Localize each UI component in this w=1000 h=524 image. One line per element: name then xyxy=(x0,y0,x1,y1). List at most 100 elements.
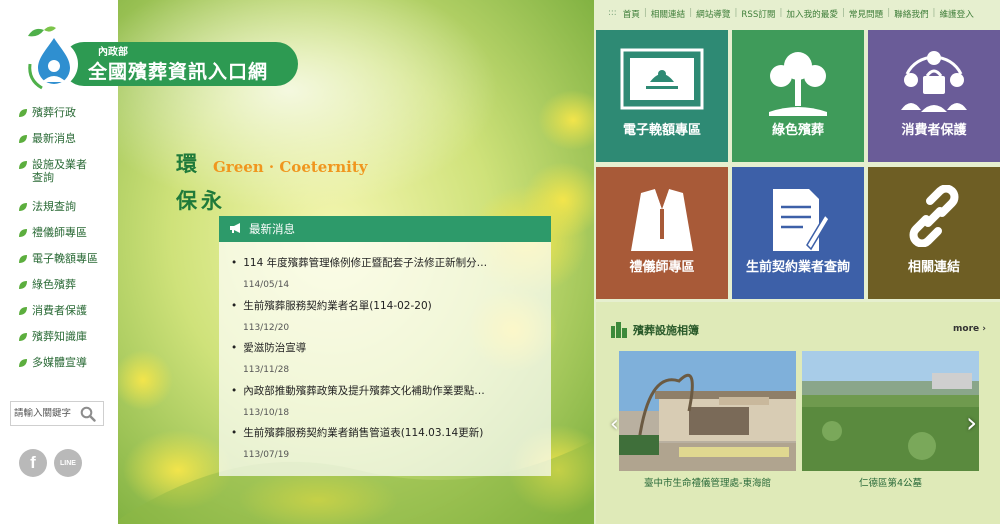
news-item-date: 113/12/20 xyxy=(243,322,290,333)
nav-separator: | xyxy=(689,8,693,18)
news-item: 生前殯葬服務契約業者銷售管道表(114.03.14更新) 113/07/19 xyxy=(231,425,551,468)
news-item: 生前殯葬服務契約業者名單(114-02-20) 113/12/20 xyxy=(231,298,551,341)
sidebar-item-label: 法規查詢 xyxy=(32,200,76,213)
news-item-title[interactable]: 114 年度殯葬管理條例修正暨配套子法修正新制分… xyxy=(231,255,493,270)
news-item-date: 114/05/14 xyxy=(243,280,290,290)
tile-funeral-director[interactable]: 禮儀師專區 xyxy=(596,167,728,299)
news-item-title[interactable]: 生前殯葬服務契約業者銷售管道表(114.03.14更新) xyxy=(231,425,493,440)
accesskey-dots[interactable]: ::: xyxy=(608,8,617,20)
leaf-icon xyxy=(18,228,28,238)
album-header: 殯葬設施相簿 xyxy=(611,322,699,338)
sidebar-item-label: 多媒體宣導 xyxy=(32,356,87,369)
news-list: 114 年度殯葬管理條例修正暨配套子法修正新制分… 114/05/14 生前殯葬服務… xyxy=(219,242,551,468)
sidebar-item-label: 消費者保護 xyxy=(32,304,87,317)
sidebar-nav: 殯葬行政最新消息設施及業者 查詢法規查詢禮儀師專區電子輓額專區 綠色殯葬消費者保護… xyxy=(18,106,98,382)
news-item: 內政部推動殯葬政策及提升殯葬文化補助作業要點… 113/10/18 xyxy=(231,383,551,426)
next-arrow-icon[interactable]: › xyxy=(966,406,977,439)
search-input[interactable] xyxy=(11,408,77,419)
tile-elegiac-plaque[interactable]: 電子輓額專區 xyxy=(596,30,728,162)
tile-prepaid-contract[interactable]: 生前契約業者查詢 xyxy=(732,167,864,299)
site-logo[interactable]: 內政部 全國殯葬資訊入口網 xyxy=(16,24,298,92)
sidebar-item-label: 電子輓額專區 xyxy=(32,252,98,265)
search-icon[interactable] xyxy=(77,403,99,425)
sidebar-item-label: 殯葬行政 xyxy=(32,106,76,119)
album-caption-2: 仁德區第4公墓 xyxy=(858,478,923,489)
prev-arrow-icon[interactable]: ‹ xyxy=(610,412,619,437)
consumer-icon xyxy=(868,48,1000,114)
tile-label: 生前契約業者查詢 xyxy=(745,260,850,275)
plaque-icon xyxy=(596,48,728,110)
news-header: 最新消息 xyxy=(219,216,551,242)
leaf-icon xyxy=(18,202,28,212)
tile-related-links[interactable]: 相關連結 xyxy=(868,167,1000,299)
more-link[interactable]: more › xyxy=(953,324,986,334)
sidebar-item-funeral-admin[interactable]: 殯葬行政 xyxy=(18,106,98,132)
sidebar-item-label: 綠色殯葬 xyxy=(32,278,76,291)
logo-mark-icon xyxy=(28,26,78,90)
hero-tagline-en: Green · Coeternity xyxy=(213,158,368,176)
news-item-date: 113/10/18 xyxy=(243,407,290,418)
news-item-date: 113/07/19 xyxy=(243,450,290,460)
tile-label: 電子輓額專區 xyxy=(622,123,701,138)
top-nav-link[interactable]: 加入我的最愛 xyxy=(786,8,838,20)
sidebar-item-label: 殯葬知識庫 xyxy=(32,330,87,343)
top-nav-link[interactable]: 首頁 xyxy=(623,8,640,20)
hero-tagline-zh-2: 保永 xyxy=(176,188,226,213)
leaf-icon xyxy=(18,134,28,144)
sidebar-item-knowledge-base[interactable]: 殯葬知識庫 xyxy=(18,330,98,356)
sidebar-item-label: 最新消息 xyxy=(32,132,76,145)
sidebar-item-green-funeral[interactable]: 綠色殯葬 xyxy=(18,278,98,304)
top-nav-link[interactable]: 網站導覽 xyxy=(696,8,730,20)
sidebar-item-elegiac-plaque[interactable]: 電子輓額專區 xyxy=(18,252,98,278)
megaphone-icon xyxy=(229,222,243,237)
nav-separator: | xyxy=(932,8,936,18)
leaf-icon xyxy=(18,280,28,290)
logo-title: 全國殯葬資訊入口網 xyxy=(88,61,269,83)
sidebar-item-latest-news[interactable]: 最新消息 xyxy=(18,132,98,158)
news-item: 114 年度殯葬管理條例修正暨配套子法修正新制分… 114/05/14 xyxy=(231,255,551,298)
sidebar-item-facility-search[interactable]: 設施及業者 查詢 xyxy=(18,158,98,200)
leaf-icon xyxy=(18,254,28,264)
news-item-title[interactable]: 生前殯葬服務契約業者名單(114-02-20) xyxy=(231,298,493,313)
news-heading: 最新消息 xyxy=(249,222,295,236)
logo-org: 內政部 xyxy=(98,47,128,58)
album-caption-1: 臺中市生命禮儀管理處-東海館 xyxy=(644,478,771,489)
sidebar-item-label: 設施及業者 查詢 xyxy=(32,158,87,184)
tile-green-funeral[interactable]: 綠色殯葬 xyxy=(732,30,864,162)
tile-consumer-protection[interactable]: 消費者保護 xyxy=(868,30,1000,162)
album-heading: 殯葬設施相簿 xyxy=(633,324,699,337)
leaf-icon xyxy=(18,160,28,170)
sidebar-item-regulations[interactable]: 法規查詢 xyxy=(18,200,98,226)
tree-icon xyxy=(732,48,864,118)
contract-icon xyxy=(732,185,864,255)
facebook-icon[interactable]: f xyxy=(19,449,47,477)
sidebar-item-consumer-protection[interactable]: 消費者保護 xyxy=(18,304,98,330)
leaf-icon xyxy=(18,306,28,316)
top-nav-link[interactable]: 聯絡我們 xyxy=(894,8,928,20)
tile-label: 相關連結 xyxy=(907,260,960,275)
leaf-icon xyxy=(18,332,28,342)
tile-label: 綠色殯葬 xyxy=(771,123,824,138)
sidebar-item-funeral-director[interactable]: 禮儀師專區 xyxy=(18,226,98,252)
photo-album: 殯葬設施相簿 more › ‹ 臺中市生命禮儀管理處-東海館 仁德區第4公墓 › xyxy=(596,302,1000,524)
news-item-date: 113/11/28 xyxy=(243,365,290,375)
social-links: f LINE xyxy=(19,449,82,477)
link-icon xyxy=(868,185,1000,247)
news-item-title[interactable]: 愛滋防治宣導 xyxy=(231,340,493,355)
sidebar-item-label: 禮儀師專區 xyxy=(32,226,87,239)
nav-separator: | xyxy=(779,8,783,18)
nav-separator: | xyxy=(887,8,891,18)
top-nav-link[interactable]: 維護登入 xyxy=(939,8,973,20)
album-photo-2[interactable] xyxy=(802,351,979,471)
news-panel: 最新消息 114 年度殯葬管理條例修正暨配套子法修正新制分… 114/05/14 生… xyxy=(219,216,551,476)
news-item-title[interactable]: 內政部推動殯葬政策及提升殯葬文化補助作業要點… xyxy=(231,383,493,398)
album-photo-1[interactable] xyxy=(619,351,796,471)
tile-label: 禮儀師專區 xyxy=(629,260,695,275)
nav-separator: | xyxy=(734,8,738,18)
nav-separator: | xyxy=(841,8,845,18)
sidebar-item-multimedia[interactable]: 多媒體宣導 xyxy=(18,356,98,382)
top-nav-link[interactable]: RSS訂閱 xyxy=(741,8,775,20)
top-nav-link[interactable]: 相關連結 xyxy=(651,8,685,20)
top-nav-link[interactable]: 常見問題 xyxy=(849,8,883,20)
line-icon[interactable]: LINE xyxy=(54,449,82,477)
